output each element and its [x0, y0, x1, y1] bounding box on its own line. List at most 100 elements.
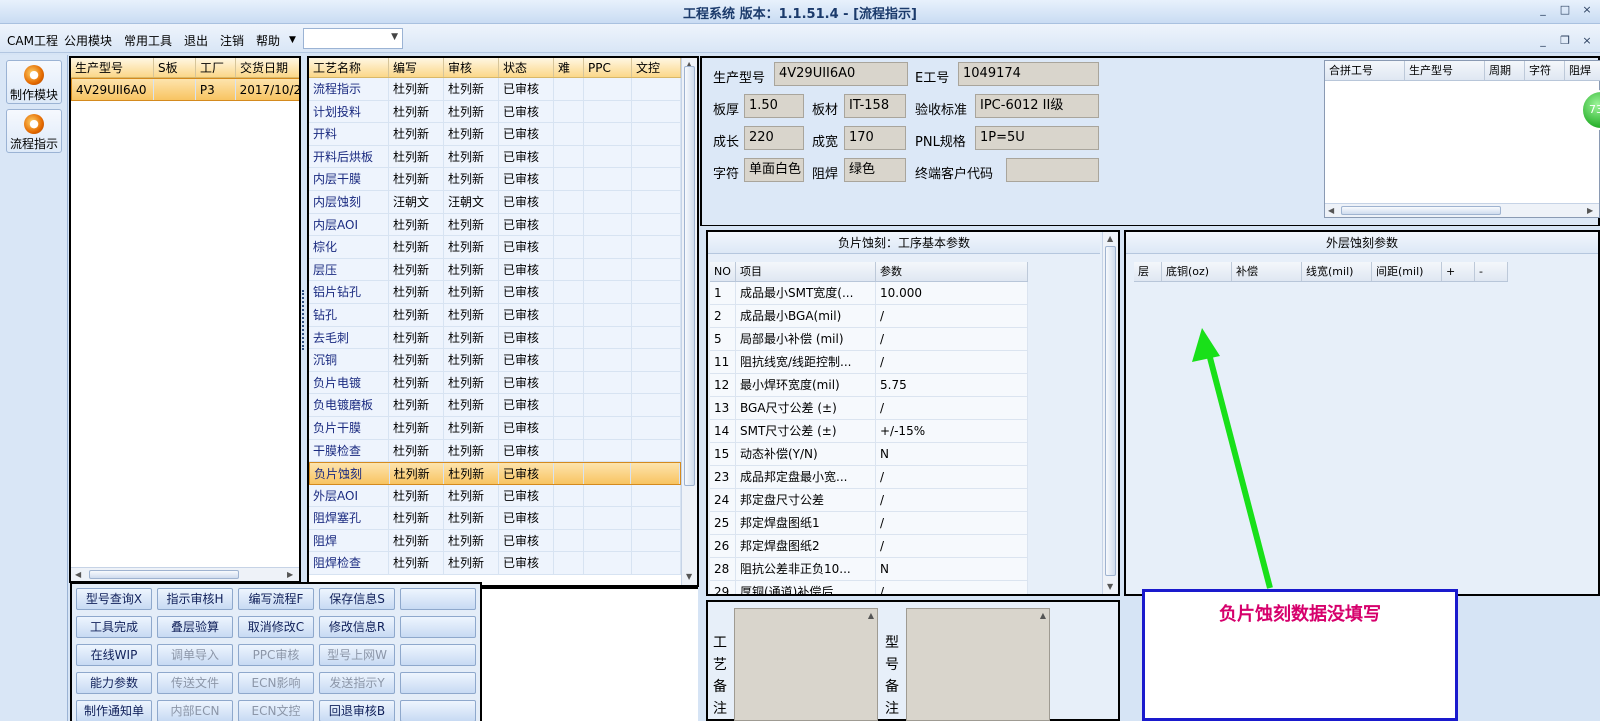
- table-row[interactable]: 开料后烘板 杜列新 杜列新 已审核: [309, 145, 681, 169]
- scroll-up-icon[interactable]: ▲: [1107, 234, 1113, 243]
- scroll-left-icon[interactable]: ◀: [1328, 206, 1334, 215]
- orders-hscrollbar[interactable]: ◀ ▶: [71, 567, 299, 581]
- cell-param[interactable]: /: [876, 581, 1028, 594]
- table-row[interactable]: 内层AOI 杜列新 杜列新 已审核: [309, 213, 681, 237]
- col-line-width[interactable]: 线宽(mil): [1302, 262, 1372, 281]
- field-solder-mask[interactable]: 绿色: [844, 158, 906, 182]
- table-row[interactable]: 阻焊检查 杜列新 杜列新 已审核: [309, 552, 681, 576]
- col-writer[interactable]: 编写: [389, 58, 444, 77]
- scroll-left-icon[interactable]: ◀: [75, 570, 81, 579]
- menu-cam[interactable]: CAM工程: [7, 32, 58, 49]
- menu-exit[interactable]: 退出: [184, 32, 208, 49]
- scroll-thumb[interactable]: [89, 570, 239, 579]
- col-s-board[interactable]: S板: [154, 58, 196, 77]
- table-row[interactable]: 开料 杜列新 杜列新 已审核: [309, 123, 681, 146]
- scroll-up-icon[interactable]: ▲: [1040, 611, 1046, 620]
- table-row[interactable]: 负片蚀刻 杜列新 杜列新 已审核: [309, 462, 681, 485]
- params-vscrollbar[interactable]: ▲ ▼: [1102, 232, 1118, 594]
- action-button[interactable]: 指示审核H: [157, 588, 233, 610]
- col-layer[interactable]: 层: [1134, 262, 1162, 281]
- cell-param[interactable]: 10.000: [876, 282, 1028, 304]
- table-row[interactable]: 13 BGA尺寸公差 (±) /: [710, 397, 1028, 420]
- cell-param[interactable]: /: [876, 512, 1028, 534]
- action-button[interactable]: 能力参数: [76, 672, 152, 694]
- table-row[interactable]: 负电镀磨板 杜列新 杜列新 已审核: [309, 394, 681, 417]
- action-button[interactable]: ECN文控: [238, 700, 314, 721]
- table-row[interactable]: 1 成品最小SMT宽度(... 10.000: [710, 282, 1028, 305]
- action-button[interactable]: 内部ECN: [157, 700, 233, 721]
- action-button[interactable]: 编写流程F: [238, 588, 314, 610]
- table-row[interactable]: 14 SMT尺寸公差 (±) +/-15%: [710, 420, 1028, 443]
- col-delivery-date[interactable]: 交货日期: [236, 58, 299, 77]
- cell-param[interactable]: N: [876, 558, 1028, 580]
- action-button[interactable]: ECN影响: [238, 672, 314, 694]
- mdi-restore-icon[interactable]: ❐: [1558, 34, 1572, 48]
- col-difficulty[interactable]: 难: [554, 58, 584, 77]
- action-button[interactable]: 保存信息S: [319, 588, 395, 610]
- field-width[interactable]: 170: [844, 126, 906, 150]
- cell-param[interactable]: /: [876, 535, 1028, 557]
- table-row[interactable]: 流程指示 杜列新 杜列新 已审核: [309, 78, 681, 101]
- mdi-minimize-icon[interactable]: _: [1536, 34, 1550, 48]
- col-reviewer[interactable]: 审核: [444, 58, 499, 77]
- menu-help[interactable]: 帮助: [256, 32, 280, 49]
- cell-param[interactable]: N: [876, 443, 1028, 465]
- field-character[interactable]: 单面白色: [744, 158, 804, 182]
- col-combine-model[interactable]: 生产型号: [1405, 61, 1485, 80]
- menu-logout[interactable]: 注销: [220, 32, 244, 49]
- table-row[interactable]: 23 成品邦定盘最小宽... /: [710, 466, 1028, 489]
- menu-help-dropdown-icon[interactable]: ▼: [289, 35, 296, 45]
- table-row[interactable]: 阻焊 杜列新 杜列新 已审核: [309, 529, 681, 553]
- table-row[interactable]: 29 厚铜(通道)补偿后... /: [710, 581, 1028, 594]
- scroll-right-icon[interactable]: ▶: [287, 570, 293, 579]
- cell-param[interactable]: /: [876, 466, 1028, 488]
- action-button-empty[interactable]: [400, 616, 476, 638]
- table-row[interactable]: 4V29UII6A0 P3 2017/10/20: [71, 78, 299, 101]
- field-e-number[interactable]: 1049174: [958, 62, 1099, 86]
- action-button[interactable]: 取消修改C: [238, 616, 314, 638]
- add-row-button[interactable]: +: [1442, 262, 1475, 281]
- field-thickness[interactable]: 1.50: [744, 94, 804, 118]
- table-row[interactable]: 去毛刺 杜列新 杜列新 已审核: [309, 326, 681, 350]
- table-row[interactable]: 15 动态补偿(Y/N) N: [710, 443, 1028, 466]
- process-notes-field[interactable]: ▲: [734, 608, 878, 721]
- table-row[interactable]: 26 邦定焊盘图纸2/: [710, 535, 1028, 558]
- table-row[interactable]: 外层AOI 杜列新 杜列新 已审核: [309, 484, 681, 508]
- action-button[interactable]: 回退审核B: [319, 700, 395, 721]
- cell-param[interactable]: /: [876, 397, 1028, 419]
- splitter-grip[interactable]: [302, 290, 305, 350]
- table-row[interactable]: 沉铜 杜列新 杜列新 已审核: [309, 349, 681, 372]
- action-button[interactable]: 传送文件: [157, 672, 233, 694]
- action-button-empty[interactable]: [400, 672, 476, 694]
- action-button[interactable]: 制作通知单: [76, 700, 152, 721]
- scroll-down-icon[interactable]: ▼: [1107, 582, 1113, 591]
- module-button-flow[interactable]: ● 流程指示: [6, 109, 62, 153]
- field-pnl[interactable]: 1P=5U: [975, 126, 1099, 150]
- col-combine-mask[interactable]: 阻焊: [1565, 61, 1600, 80]
- table-row[interactable]: 干膜检查 杜列新 杜列新 已审核: [309, 439, 681, 463]
- cell-param[interactable]: /: [876, 489, 1028, 511]
- col-combine-character[interactable]: 字符: [1525, 61, 1565, 80]
- col-status[interactable]: 状态: [499, 58, 554, 77]
- model-notes-field[interactable]: ▲: [906, 608, 1050, 721]
- minimize-icon[interactable]: _: [1536, 3, 1550, 17]
- table-row[interactable]: 阻焊塞孔 杜列新 杜列新 已审核: [309, 507, 681, 530]
- col-combine-number[interactable]: 合拼工号: [1325, 61, 1405, 80]
- combine-hscrollbar[interactable]: ◀ ▶: [1325, 203, 1599, 217]
- action-button[interactable]: 调单导入: [157, 644, 233, 666]
- process-vscrollbar[interactable]: ▲ ▼: [681, 58, 697, 585]
- action-button[interactable]: 叠层验算: [157, 616, 233, 638]
- table-row[interactable]: 2 成品最小BGA(mil) /: [710, 305, 1028, 328]
- table-row[interactable]: 内层干膜 杜列新 杜列新 已审核: [309, 168, 681, 191]
- table-row[interactable]: 24 邦定盘尺寸公差 /: [710, 489, 1028, 512]
- col-item[interactable]: 项目: [736, 262, 876, 281]
- menu-common-module[interactable]: 公用模块: [64, 32, 112, 49]
- table-row[interactable]: 计划投料 杜列新 杜列新 已审核: [309, 100, 681, 124]
- col-param[interactable]: 参数: [876, 262, 1028, 281]
- close-icon[interactable]: ×: [1580, 3, 1594, 17]
- menu-combo-select[interactable]: ▼: [303, 28, 403, 49]
- action-button-empty[interactable]: [400, 588, 476, 610]
- table-row[interactable]: 棕化 杜列新 杜列新 已审核: [309, 236, 681, 259]
- cell-param[interactable]: /: [876, 351, 1028, 373]
- action-button[interactable]: 工具完成: [76, 616, 152, 638]
